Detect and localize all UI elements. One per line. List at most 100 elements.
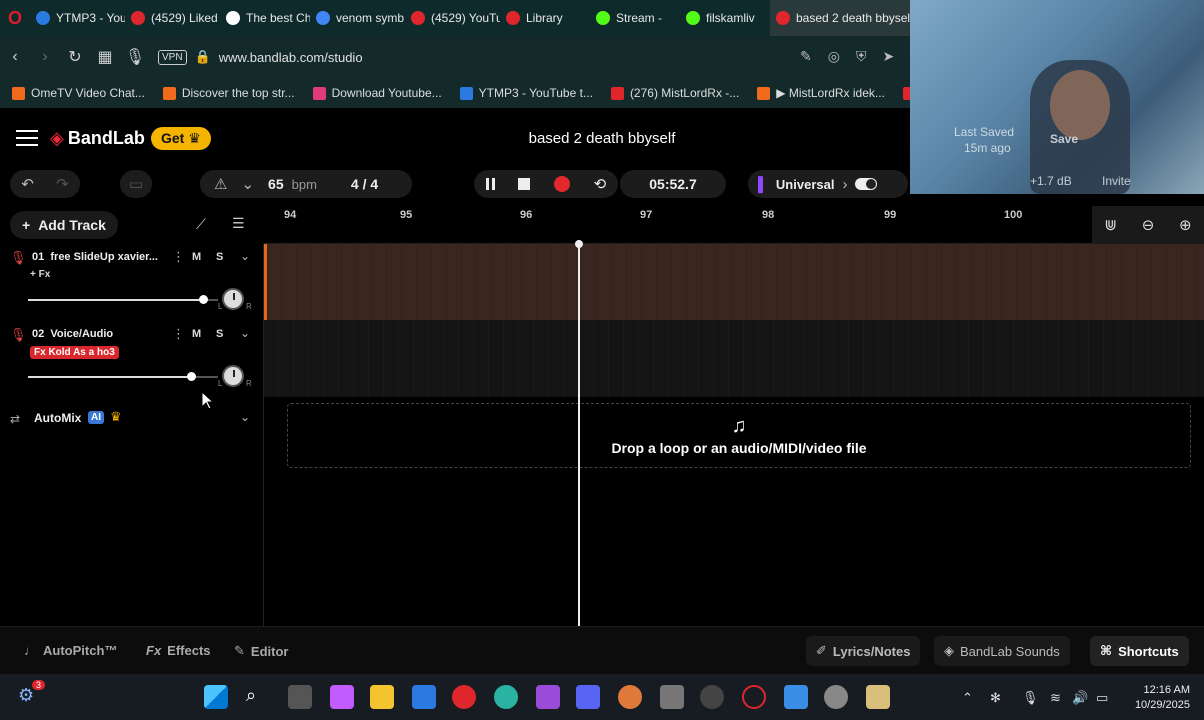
store-icon[interactable]: [412, 685, 436, 709]
save-button[interactable]: Save: [1050, 132, 1078, 146]
timeline-ruler[interactable]: 94 95 96 97 98 99 100 ⋓ ⊖ ⊕: [264, 206, 1204, 244]
send-icon[interactable]: ➤: [882, 48, 894, 65]
volume-slider[interactable]: [28, 299, 218, 301]
layout-button[interactable]: ▭: [120, 170, 152, 198]
battery-icon[interactable]: ▭: [1096, 690, 1108, 706]
mute-button[interactable]: M: [192, 251, 201, 263]
browser-tab[interactable]: YTMP3 - You: [30, 0, 125, 36]
browser-tab[interactable]: venom symb: [310, 0, 405, 36]
track-lane-2[interactable]: [264, 320, 1204, 397]
photos-icon[interactable]: [784, 685, 808, 709]
reload-icon[interactable]: ↻: [60, 47, 90, 67]
bookmark-item[interactable]: ▶ MistLordRx idek...: [757, 86, 885, 100]
url-field[interactable]: www.bandlab.com/studio: [219, 50, 363, 65]
bluetooth-icon[interactable]: ✻: [990, 690, 1001, 706]
browser-tab[interactable]: (4529) Liked: [125, 0, 220, 36]
track-header-1[interactable]: 🎙 01 free SlideUp xavier... ⋮ M S ⌄ + Fx…: [0, 244, 264, 321]
video-editor-icon[interactable]: [536, 685, 560, 709]
zoom-out-icon[interactable]: ⊖: [1142, 216, 1155, 234]
mixer-icon[interactable]: ☰: [232, 215, 245, 232]
mic-icon[interactable]: 🎙: [120, 47, 150, 67]
chevron-up-icon[interactable]: ⌃: [962, 690, 973, 706]
wand-icon[interactable]: ⟋: [196, 216, 206, 233]
time-signature[interactable]: 4 / 4: [351, 176, 378, 192]
record-icon[interactable]: [553, 176, 570, 192]
zoom-in-icon[interactable]: ⊕: [1179, 216, 1192, 234]
browser-tab[interactable]: Stream -: [590, 0, 680, 36]
forward-icon[interactable]: ›: [30, 48, 60, 66]
camera-icon[interactable]: ◎: [828, 48, 840, 65]
opera-gx-icon[interactable]: [742, 685, 766, 709]
pause-icon[interactable]: [485, 178, 495, 190]
track-more-icon[interactable]: ⋮: [172, 326, 185, 342]
metronome-icon[interactable]: ⚠: [214, 175, 227, 193]
track-header-2[interactable]: 🎙 02 Voice/Audio ⋮ M S ⌄ Fx Kold As a ho…: [0, 321, 264, 398]
app-icon[interactable]: [618, 685, 642, 709]
browser-tab[interactable]: based 2 death bbyself: [770, 0, 910, 36]
back-icon[interactable]: ‹: [0, 48, 30, 66]
bookmark-item[interactable]: Discover the top str...: [162, 86, 295, 100]
time-display[interactable]: 05:52.7: [620, 170, 726, 198]
opera-icon[interactable]: O: [0, 8, 30, 29]
automix-row[interactable]: ⇄ AutoMix AI ♛ ⌄: [0, 408, 264, 432]
settings-icon[interactable]: [824, 685, 848, 709]
add-fx-button[interactable]: + Fx: [30, 269, 50, 280]
mute-button[interactable]: M: [192, 328, 201, 340]
system-clock[interactable]: 12:16 AM 10/29/2025: [1135, 683, 1190, 713]
drop-zone[interactable]: ♫ Drop a loop or an audio/MIDI/video fil…: [287, 403, 1191, 468]
solo-button[interactable]: S: [216, 328, 223, 340]
chevron-down-icon[interactable]: ⌄: [240, 249, 250, 263]
track-more-icon[interactable]: ⋮: [172, 249, 185, 265]
bookmark-item[interactable]: (276) MistLordRx -...: [610, 86, 739, 100]
edit-icon[interactable]: ✎: [800, 48, 812, 65]
autopitch-button[interactable]: ♩ AutoPitch™: [24, 643, 117, 658]
discord-icon[interactable]: [576, 685, 600, 709]
file-explorer-icon[interactable]: [370, 685, 394, 709]
vpn-badge[interactable]: VPN: [158, 49, 187, 65]
edge-icon[interactable]: [494, 685, 518, 709]
obs-icon[interactable]: [700, 685, 724, 709]
volume-icon[interactable]: 🔊: [1072, 690, 1088, 706]
shortcuts-button[interactable]: ⌘ Shortcuts: [1090, 636, 1189, 666]
volume-handle[interactable]: [187, 372, 196, 381]
pan-knob[interactable]: [222, 365, 244, 387]
effects-button[interactable]: Fx Effects: [146, 643, 211, 658]
notes-icon[interactable]: [866, 685, 890, 709]
chevron-down-icon[interactable]: ⌄: [240, 326, 250, 340]
playhead[interactable]: [575, 240, 583, 626]
browser-tab[interactable]: Library: [500, 0, 590, 36]
browser-tab[interactable]: filskamliv: [680, 0, 770, 36]
redo-icon[interactable]: ↷: [56, 175, 69, 193]
track-name[interactable]: 02 Voice/Audio: [32, 328, 113, 340]
lyrics-notes-button[interactable]: ✐ Lyrics/Notes: [806, 636, 921, 666]
bandlab-sounds-button[interactable]: ◈ BandLab Sounds: [934, 636, 1070, 666]
chevron-down-icon[interactable]: ⌄: [241, 175, 254, 193]
stop-icon[interactable]: [518, 178, 531, 190]
chevron-down-icon[interactable]: ⌄: [240, 410, 250, 424]
volume-handle[interactable]: [199, 295, 208, 304]
loop-icon[interactable]: ⟲: [594, 175, 607, 193]
browser-tab[interactable]: The best Cha: [220, 0, 310, 36]
magnet-icon[interactable]: ⋓: [1104, 216, 1117, 234]
mic-tray-icon[interactable]: 🎙: [1022, 690, 1039, 706]
windows-start-icon[interactable]: [204, 685, 228, 709]
browser-tab[interactable]: (4529) YouTu: [405, 0, 500, 36]
search-icon[interactable]: ⌕: [246, 685, 270, 709]
invite-button[interactable]: Invite: [1102, 174, 1131, 188]
shield-icon[interactable]: ⛨: [856, 48, 867, 65]
track-name[interactable]: 01 free SlideUp xavier...: [32, 251, 158, 263]
camera-app-icon[interactable]: [660, 685, 684, 709]
undo-icon[interactable]: ↶: [21, 175, 34, 193]
bpm-control[interactable]: 65 bpm: [268, 176, 317, 192]
solo-button[interactable]: S: [216, 251, 223, 263]
preset-label[interactable]: Universal: [776, 177, 835, 192]
speed-dial-icon[interactable]: ▦: [90, 47, 120, 67]
bookmark-item[interactable]: OmeTV Video Chat...: [12, 86, 145, 100]
fx-preset-badge[interactable]: Fx Kold As a ho3: [30, 346, 119, 359]
copilot-icon[interactable]: [330, 685, 354, 709]
bookmark-item[interactable]: YTMP3 - YouTube t...: [459, 86, 593, 100]
editor-button[interactable]: ✎ Editor: [234, 643, 288, 659]
preset-toggle[interactable]: [855, 178, 878, 190]
wifi-icon[interactable]: ≋: [1050, 690, 1061, 706]
bookmark-item[interactable]: Download Youtube...: [312, 86, 442, 100]
